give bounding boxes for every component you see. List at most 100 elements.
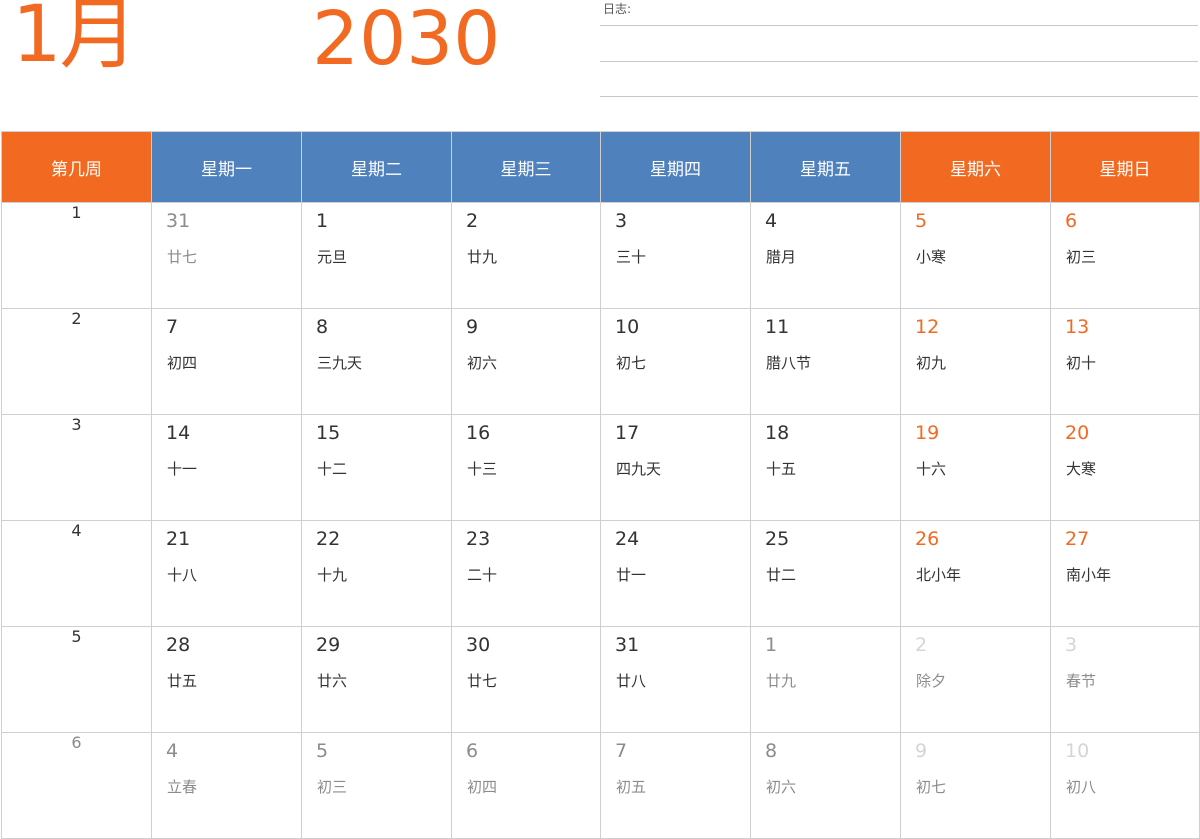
week-number: 6 <box>1 732 152 839</box>
notes-area: 日志: <box>600 0 1198 100</box>
lunar-date: 初九 <box>916 354 947 372</box>
lunar-date: 廿一 <box>616 566 647 584</box>
day-number: 3 <box>1065 634 1078 656</box>
day-cell[interactable]: 22 十九 <box>301 520 452 627</box>
lunar-date: 初十 <box>1066 354 1097 372</box>
day-cell[interactable]: 9 初七 <box>900 732 1051 839</box>
lunar-date: 十二 <box>317 460 348 478</box>
day-cell[interactable]: 10 初七 <box>600 308 751 415</box>
week-number: 3 <box>1 414 152 521</box>
day-cell[interactable]: 2 除夕 <box>900 626 1051 733</box>
lunar-date: 十一 <box>167 460 198 478</box>
day-number: 30 <box>466 634 491 656</box>
day-cell[interactable]: 10 初八 <box>1050 732 1200 839</box>
day-cell[interactable]: 28 廿五 <box>151 626 302 733</box>
day-number: 3 <box>615 210 628 232</box>
day-cell[interactable]: 30 廿七 <box>451 626 601 733</box>
year-title: 2030 <box>312 0 501 82</box>
day-cell[interactable]: 31 廿七 <box>151 202 302 309</box>
day-number: 2 <box>466 210 479 232</box>
day-number: 6 <box>1065 210 1078 232</box>
lunar-date: 十八 <box>167 566 198 584</box>
day-cell[interactable]: 26 北小年 <box>900 520 1051 627</box>
weekday-header-fri: 星期五 <box>750 131 901 203</box>
day-cell[interactable]: 25 廿二 <box>750 520 901 627</box>
lunar-date: 元旦 <box>317 248 348 266</box>
day-cell[interactable]: 5 小寒 <box>900 202 1051 309</box>
lunar-date: 初七 <box>616 354 647 372</box>
day-number: 4 <box>166 740 179 762</box>
day-cell[interactable]: 6 初四 <box>451 732 601 839</box>
day-cell[interactable]: 7 初四 <box>151 308 302 415</box>
week-row: 6 4 立春 5 初三 6 初四 7 初五 8 初六 9 初七 10 初八 <box>1 732 1200 839</box>
day-cell[interactable]: 12 初九 <box>900 308 1051 415</box>
lunar-date: 二十 <box>467 566 498 584</box>
week-number: 4 <box>1 520 152 627</box>
lunar-date: 初四 <box>167 354 198 372</box>
day-cell[interactable]: 3 三十 <box>600 202 751 309</box>
day-cell[interactable]: 11 腊八节 <box>750 308 901 415</box>
month-title: 1月 <box>12 0 138 80</box>
day-cell[interactable]: 29 廿六 <box>301 626 452 733</box>
week-number-header: 第几周 <box>1 131 152 203</box>
note-line <box>600 25 1198 26</box>
lunar-date: 南小年 <box>1066 566 1112 584</box>
day-number: 23 <box>466 528 491 550</box>
note-line <box>600 96 1198 97</box>
lunar-date: 除夕 <box>916 672 947 690</box>
day-cell[interactable]: 16 十三 <box>451 414 601 521</box>
day-cell[interactable]: 31 廿八 <box>600 626 751 733</box>
day-cell[interactable]: 19 十六 <box>900 414 1051 521</box>
week-number: 2 <box>1 308 152 415</box>
day-cell[interactable]: 27 南小年 <box>1050 520 1200 627</box>
day-number: 8 <box>316 316 329 338</box>
lunar-date: 十五 <box>766 460 797 478</box>
day-number: 29 <box>316 634 341 656</box>
weekday-header-sat: 星期六 <box>900 131 1051 203</box>
day-cell[interactable]: 23 二十 <box>451 520 601 627</box>
day-cell[interactable]: 24 廿一 <box>600 520 751 627</box>
day-cell[interactable]: 8 初六 <box>750 732 901 839</box>
lunar-date: 四九天 <box>616 460 662 478</box>
day-cell[interactable]: 4 腊月 <box>750 202 901 309</box>
day-cell[interactable]: 14 十一 <box>151 414 302 521</box>
lunar-date: 立春 <box>167 778 198 796</box>
week-number: 5 <box>1 626 152 733</box>
lunar-date: 廿七 <box>467 672 498 690</box>
day-number: 31 <box>615 634 640 656</box>
lunar-date: 初四 <box>467 778 498 796</box>
lunar-date: 十九 <box>317 566 348 584</box>
day-cell[interactable]: 18 十五 <box>750 414 901 521</box>
day-number: 25 <box>765 528 790 550</box>
day-cell[interactable]: 4 立春 <box>151 732 302 839</box>
day-cell[interactable]: 1 元旦 <box>301 202 452 309</box>
day-cell[interactable]: 21 十八 <box>151 520 302 627</box>
day-cell[interactable]: 17 四九天 <box>600 414 751 521</box>
day-number: 8 <box>765 740 778 762</box>
week-row: 4 21 十八 22 十九 23 二十 24 廿一 25 廿二 26 北小年 27 南小年 <box>1 520 1200 627</box>
lunar-date: 廿二 <box>766 566 797 584</box>
day-number: 2 <box>915 634 928 656</box>
day-cell[interactable]: 2 廿九 <box>451 202 601 309</box>
day-number: 9 <box>915 740 928 762</box>
day-cell[interactable]: 13 初十 <box>1050 308 1200 415</box>
lunar-date: 初六 <box>467 354 498 372</box>
day-cell[interactable]: 1 廿九 <box>750 626 901 733</box>
lunar-date: 廿七 <box>167 248 198 266</box>
lunar-date: 初八 <box>1066 778 1097 796</box>
day-cell[interactable]: 3 春节 <box>1050 626 1200 733</box>
lunar-date: 初七 <box>916 778 947 796</box>
day-cell[interactable]: 7 初五 <box>600 732 751 839</box>
lunar-date: 三九天 <box>317 354 363 372</box>
day-cell[interactable]: 6 初三 <box>1050 202 1200 309</box>
day-cell[interactable]: 5 初三 <box>301 732 452 839</box>
day-number: 10 <box>615 316 640 338</box>
lunar-date: 廿九 <box>766 672 797 690</box>
day-cell[interactable]: 15 十二 <box>301 414 452 521</box>
day-cell[interactable]: 20 大寒 <box>1050 414 1200 521</box>
day-number: 5 <box>316 740 329 762</box>
day-cell[interactable]: 9 初六 <box>451 308 601 415</box>
day-cell[interactable]: 8 三九天 <box>301 308 452 415</box>
day-number: 1 <box>765 634 778 656</box>
weekday-header-tue: 星期二 <box>301 131 452 203</box>
